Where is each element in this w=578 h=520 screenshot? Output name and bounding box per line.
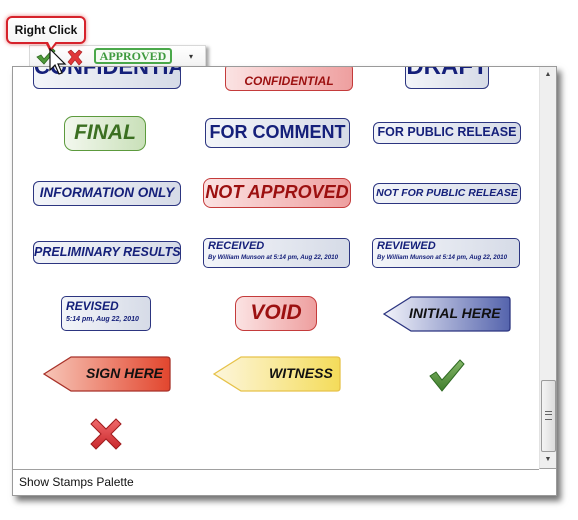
stamp-label: NOT APPROVED	[205, 182, 349, 202]
stamp-label: WITNESS	[269, 365, 333, 381]
stamp-confidential-red[interactable]: CONFIDENTIAL	[225, 67, 353, 91]
stamp-label: VOID	[250, 301, 302, 324]
vertical-scrollbar[interactable]: ▲ ▼	[539, 67, 556, 469]
x-icon[interactable]	[66, 49, 84, 66]
stamp-not-approved[interactable]: NOT APPROVED	[203, 178, 351, 208]
show-stamps-palette-menu-item[interactable]: Show Stamps Palette	[13, 470, 556, 495]
stamp-label: FINAL	[74, 121, 136, 144]
stamp-preliminary-results[interactable]: PRELIMINARY RESULTS	[33, 241, 181, 264]
stamp-label: REVIEWED	[377, 240, 436, 252]
stamp-revised[interactable]: REVISED 5:14 pm, Aug 22, 2010	[61, 296, 151, 331]
stamp-sublabel: 5:14 pm, Aug 22, 2010	[66, 316, 139, 323]
stamp-label: NOT FOR PUBLIC RELEASE	[376, 187, 518, 199]
stamp-label: FOR PUBLIC RELEASE	[377, 125, 517, 139]
right-click-callout: Right Click	[6, 16, 86, 44]
stamp-information-only[interactable]: INFORMATION ONLY	[33, 181, 181, 206]
mouse-cursor-icon	[49, 48, 67, 75]
stamp-reviewed[interactable]: REVIEWED By William Munson at 5:14 pm, A…	[372, 238, 520, 268]
stamp-label: REVISED	[66, 299, 119, 313]
callout-tail-inner	[47, 40, 57, 48]
stamp-check-icon[interactable]	[429, 359, 465, 393]
stamp-x-icon[interactable]	[89, 418, 123, 450]
stamp-void[interactable]: VOID	[235, 296, 317, 331]
stamp-label: INITIAL HERE	[409, 305, 501, 321]
stamp-label: CONFIDENTIAL	[244, 74, 334, 88]
stamp-label: INFORMATION ONLY	[39, 185, 175, 200]
stamp-sublabel: By William Munson at 5:14 pm, Aug 22, 20…	[208, 254, 339, 261]
grip-icon	[545, 411, 552, 420]
stamp-final[interactable]: FINAL	[64, 116, 146, 151]
stamp-label: DRAFT	[406, 67, 487, 80]
stamps-palette-panel: CONFIDENTIAL CONFIDENTIAL DRAFT FINAL FO…	[12, 66, 557, 496]
chevron-down-icon[interactable]: ▾	[182, 50, 200, 64]
stamp-label: RECEIVED	[208, 240, 265, 252]
scroll-down-arrow-icon[interactable]: ▼	[540, 452, 556, 468]
stamp-received[interactable]: RECEIVED By William Munson at 5:14 pm, A…	[203, 238, 350, 268]
approved-stamp-button[interactable]: APPROVED	[94, 48, 172, 64]
stamp-label: SIGN HERE	[86, 365, 164, 381]
stamp-draft[interactable]: DRAFT	[405, 67, 489, 89]
scroll-up-arrow-icon[interactable]: ▲	[540, 67, 556, 83]
stamp-not-for-public-release[interactable]: NOT FOR PUBLIC RELEASE	[373, 183, 521, 204]
stamp-label: FOR COMMENT	[209, 122, 346, 142]
stamp-label: PRELIMINARY RESULTS	[34, 245, 181, 259]
stamp-for-public-release[interactable]: FOR PUBLIC RELEASE	[373, 122, 521, 144]
stamp-sublabel: By William Munson at 5:14 pm, Aug 22, 20…	[377, 254, 508, 261]
stamp-for-comment[interactable]: FOR COMMENT	[205, 118, 350, 148]
stamps-grid: CONFIDENTIAL CONFIDENTIAL DRAFT FINAL FO…	[13, 67, 539, 470]
scrollbar-thumb[interactable]	[541, 380, 556, 452]
